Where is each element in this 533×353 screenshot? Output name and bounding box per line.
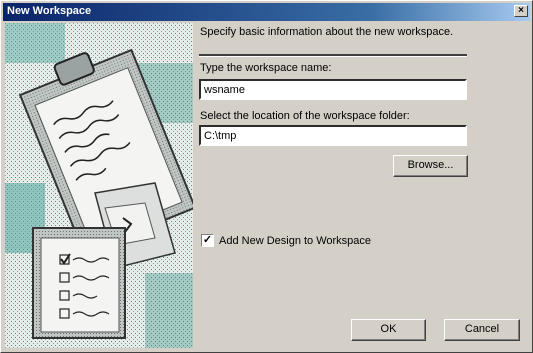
ok-button[interactable]: OK [351, 319, 426, 341]
intro-text: Specify basic information about the new … [200, 26, 454, 38]
workspace-location-input[interactable]: C:\tmp [199, 125, 467, 146]
separator [199, 54, 467, 57]
close-icon: × [518, 5, 524, 16]
title-bar[interactable]: New Workspace × [3, 3, 530, 21]
window-title: New Workspace [7, 5, 92, 17]
clipboard-illustration-icon [5, 23, 193, 348]
browse-button[interactable]: Browse... [393, 155, 468, 177]
checkmark-icon: ✓ [202, 234, 213, 246]
add-design-checkbox[interactable]: ✓ [201, 234, 214, 247]
add-design-label[interactable]: Add New Design to Workspace [219, 235, 371, 247]
new-workspace-dialog: New Workspace × Specify basic informatio… [0, 0, 533, 353]
workspace-name-label: Type the workspace name: [200, 62, 332, 74]
workspace-name-input[interactable]: wsname [199, 79, 467, 100]
cancel-button[interactable]: Cancel [444, 319, 520, 341]
close-button[interactable]: × [514, 5, 528, 17]
workspace-location-label: Select the location of the workspace fol… [200, 110, 410, 122]
